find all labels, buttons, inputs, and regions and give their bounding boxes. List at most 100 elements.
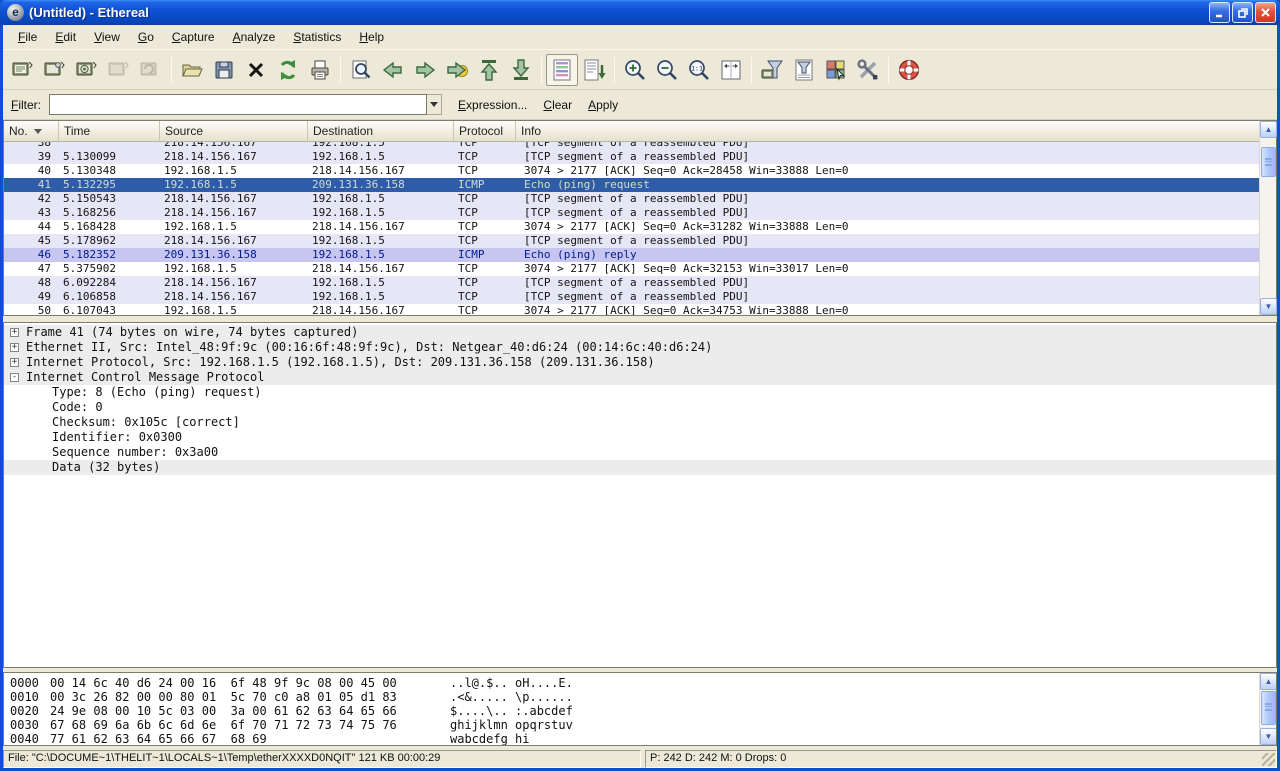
menu-item-capture[interactable]: Capture [163,27,224,47]
menu-item-analyze[interactable]: Analyze [224,27,285,47]
packet-row[interactable]: 405.130348192.168.1.5218.14.156.167TCP30… [4,164,1259,178]
packet-row[interactable]: 435.168256218.14.156.167192.168.1.5TCP[T… [4,206,1259,220]
colorize-icon[interactable] [546,54,578,86]
packet-row[interactable]: 486.092284218.14.156.167192.168.1.5TCP[T… [4,276,1259,290]
packet-row[interactable]: 445.168428192.168.1.5218.14.156.167TCP30… [4,220,1259,234]
interface-list-icon[interactable] [7,54,39,86]
hex-line[interactable]: 000000 14 6c 40 d6 24 00 16 6f 48 9f 9c … [4,676,1276,690]
column-header-protocol[interactable]: Protocol [454,121,516,142]
display-filter-icon[interactable] [788,54,820,86]
save-file-icon[interactable] [208,54,240,86]
close-button[interactable] [1255,2,1276,23]
expand-icon[interactable]: + [10,358,19,367]
scroll-down-icon[interactable]: ▼ [1260,298,1277,315]
cell-src: 218.14.156.167 [160,192,308,206]
packet-row[interactable]: 38218.14.156.167192.168.1.5TCP[TCP segme… [4,142,1259,150]
detail-tree-line[interactable]: Data (32 bytes) [4,460,1276,475]
scroll-down-icon[interactable]: ▼ [1260,728,1277,745]
menu-item-statistics[interactable]: Statistics [284,27,350,47]
packet-row[interactable]: 455.178962218.14.156.167192.168.1.5TCP[T… [4,234,1259,248]
packet-row[interactable]: 506.107043192.168.1.5218.14.156.167TCP30… [4,304,1259,315]
detail-tree-line[interactable]: +Frame 41 (74 bytes on wire, 74 bytes ca… [4,325,1276,340]
hex-line[interactable]: 003067 68 69 6a 6b 6c 6d 6e 6f 70 71 72 … [4,718,1276,732]
detail-tree-line[interactable]: Sequence number: 0x3a00 [4,445,1276,460]
zoom-out-icon[interactable] [651,54,683,86]
column-header-source[interactable]: Source [160,121,308,142]
column-header-time[interactable]: Time [59,121,160,142]
resize-columns-icon[interactable] [715,54,747,86]
detail-tree-line[interactable]: Checksum: 0x105c [correct] [4,415,1276,430]
scroll-up-icon[interactable]: ▲ [1260,673,1277,690]
packet-row[interactable]: 496.106858218.14.156.167192.168.1.5TCP[T… [4,290,1259,304]
packet-row[interactable]: 415.132295192.168.1.5209.131.36.158ICMPE… [4,178,1259,192]
packet-row[interactable]: 395.130099218.14.156.167192.168.1.5TCP[T… [4,150,1259,164]
packet-list-scrollbar[interactable]: ▲ ▼ [1259,121,1276,315]
cell-src: 218.14.156.167 [160,150,308,164]
detail-tree-line[interactable]: +Internet Protocol, Src: 192.168.1.5 (19… [4,355,1276,370]
print-icon[interactable] [304,54,336,86]
go-to-bottom-icon[interactable] [505,54,537,86]
preferences-icon[interactable] [852,54,884,86]
column-header-no[interactable]: No. [4,121,59,142]
detail-tree-line[interactable]: -Internet Control Message Protocol [4,370,1276,385]
apply-button[interactable]: Apply [588,98,618,112]
coloring-rules-icon[interactable] [820,54,852,86]
detail-tree-line[interactable]: Identifier: 0x0300 [4,430,1276,445]
menu-item-edit[interactable]: Edit [46,27,85,47]
expand-icon[interactable]: + [10,343,19,352]
detail-tree-line[interactable]: Code: 0 [4,400,1276,415]
expression-button[interactable]: Expression... [458,98,527,112]
cell-src: 218.14.156.167 [160,142,308,150]
detail-tree-line[interactable]: Type: 8 (Echo (ping) request) [4,385,1276,400]
scroll-up-icon[interactable]: ▲ [1260,121,1277,138]
open-file-icon[interactable] [176,54,208,86]
title-bar[interactable]: e (Untitled) - Ethereal [0,0,1280,25]
minimize-button[interactable] [1209,2,1230,23]
capture-start-icon[interactable] [71,54,103,86]
hex-line[interactable]: 002024 9e 08 00 10 5c 03 00 3a 00 61 62 … [4,704,1276,718]
column-header-destination[interactable]: Destination [308,121,454,142]
menu-item-go[interactable]: Go [129,27,163,47]
packet-row[interactable]: 425.150543218.14.156.167192.168.1.5TCP[T… [4,192,1259,206]
hex-line[interactable]: 001000 3c 26 82 00 00 80 01 5c 70 c0 a8 … [4,690,1276,704]
detail-tree-line[interactable]: +Ethernet II, Src: Intel_48:9f:9c (00:16… [4,340,1276,355]
cell-no: 43 [4,206,59,220]
scrollbar-thumb[interactable] [1261,147,1276,177]
capture-stop-icon[interactable] [103,54,135,86]
go-forward-icon[interactable] [409,54,441,86]
go-to-packet-icon[interactable] [441,54,473,86]
packet-row[interactable]: 475.375902192.168.1.5218.14.156.167TCP30… [4,262,1259,276]
filter-input[interactable] [49,94,427,115]
collapse-icon[interactable]: - [10,373,19,382]
restore-button[interactable] [1232,2,1253,23]
help-icon[interactable] [893,54,925,86]
find-packet-icon[interactable] [345,54,377,86]
cell-no: 38 [4,142,59,150]
capture-restart-icon[interactable] [135,54,167,86]
zoom-in-icon[interactable] [619,54,651,86]
hex-scrollbar[interactable]: ▲ ▼ [1259,673,1276,745]
expand-icon[interactable]: + [10,328,19,337]
packet-detail-pane: +Frame 41 (74 bytes on wire, 74 bytes ca… [3,322,1277,668]
filter-dropdown-icon[interactable] [427,94,442,115]
hex-dump-pane: 000000 14 6c 40 d6 24 00 16 6f 48 9f 9c … [3,672,1277,746]
menu-item-view[interactable]: View [85,27,129,47]
packet-row[interactable]: 465.182352209.131.36.158192.168.1.5ICMPE… [4,248,1259,262]
reload-icon[interactable] [272,54,304,86]
zoom-100-icon[interactable]: 1:1 [683,54,715,86]
resize-grip[interactable] [1262,753,1275,766]
cell-src: 209.131.36.158 [160,248,308,262]
filter-bar: Filter: Expression... Clear Apply [3,90,1277,120]
menu-item-help[interactable]: Help [350,27,393,47]
column-header-info[interactable]: Info [516,121,1259,142]
go-back-icon[interactable] [377,54,409,86]
auto-scroll-icon[interactable] [578,54,610,86]
hex-line[interactable]: 004077 61 62 63 64 65 66 67 68 69wabcdef… [4,732,1276,746]
clear-button[interactable]: Clear [543,98,572,112]
capture-options-icon[interactable] [39,54,71,86]
capture-filter-icon[interactable] [756,54,788,86]
scrollbar-thumb[interactable] [1261,691,1276,725]
go-to-top-icon[interactable] [473,54,505,86]
menu-item-file[interactable]: File [9,27,46,47]
close-file-icon[interactable] [240,54,272,86]
